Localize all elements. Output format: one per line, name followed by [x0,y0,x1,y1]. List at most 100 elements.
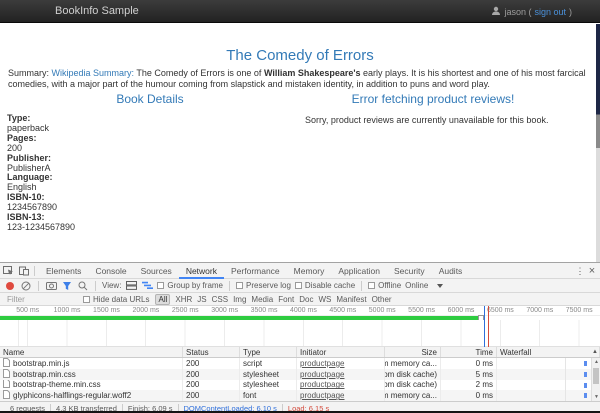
device-toolbar-icon[interactable] [17,263,30,279]
request-type: stylesheet [240,380,297,391]
sign-out-link[interactable]: sign out [534,7,566,17]
record-button[interactable] [4,280,16,292]
file-icon [3,358,10,369]
checkbox-icon [236,282,243,289]
request-name: bootstrap-theme.min.css [13,380,101,389]
column-header-type[interactable]: Type [240,347,297,357]
filter-type-font[interactable]: Font [278,295,294,304]
checkbox-icon [368,282,375,289]
filter-input[interactable] [5,294,83,305]
throttling-value: Online [405,281,428,290]
column-header-initiator[interactable]: Initiator [297,347,385,357]
filter-type-ws[interactable]: WS [318,295,331,304]
request-type: script [240,358,297,369]
wikipedia-summary-link[interactable]: Wikipedia Summary: [52,68,135,78]
waterfall-bar [584,372,587,377]
reviews-column: Error fetching product reviews! Sorry, p… [300,92,566,134]
filter-type-other[interactable]: Other [372,295,392,304]
request-name: bootstrap.min.js [13,359,69,368]
offline-checkbox[interactable]: Offline [368,281,401,290]
waterfall-cell [497,358,600,369]
tick-label: 4000 ms [284,306,323,315]
scroll-up-icon[interactable]: ▲ [592,359,600,365]
filter-type-js[interactable]: JS [197,295,206,304]
tick-label: 2500 ms [166,306,205,315]
waterfall-bar [584,393,587,398]
column-header-name[interactable]: Name [0,347,183,357]
book-summary: Summary: Wikipedia Summary: The Comedy o… [8,68,592,89]
table-row[interactable]: bootstrap.min.js 200 script productpage … [0,358,600,369]
filter-type-all[interactable]: All [155,294,170,305]
hide-data-urls-checkbox[interactable]: Hide data URLs [83,295,149,304]
load-event-line [488,306,489,347]
tab-security[interactable]: Security [387,263,432,279]
network-toolbar: View: Group by frame Preserve log Disabl… [0,279,600,293]
tab-audits[interactable]: Audits [432,263,470,279]
tick-label: 6500 ms [481,306,520,315]
devtools-tabbar: Elements Console Sources Network Perform… [0,263,600,279]
divider [361,281,362,291]
page-scrollbar[interactable] [596,24,600,262]
page-content: The Comedy of Errors Summary: Wikipedia … [0,24,600,262]
large-request-rows-icon[interactable] [125,280,137,292]
filter-type-doc[interactable]: Doc [299,295,313,304]
column-header-waterfall[interactable]: Waterfall [497,347,600,357]
column-header-size[interactable]: Size [385,347,441,357]
filter-type-media[interactable]: Media [251,295,273,304]
tab-sources[interactable]: Sources [134,263,179,279]
filter-type-img[interactable]: Img [233,295,246,304]
network-overview[interactable]: 500 ms 1000 ms 1500 ms 2000 ms 2500 ms 3… [0,306,600,347]
tab-console[interactable]: Console [88,263,133,279]
column-header-time[interactable]: Time [441,347,497,357]
requests-table-body: bootstrap.min.js 200 script productpage … [0,358,600,401]
tick-label: 3000 ms [205,306,244,315]
waterfall-cell [497,380,600,391]
scroll-down-icon[interactable]: ▼ [592,394,600,400]
app-brand: BookInfo Sample [55,5,139,17]
user-icon [491,6,501,18]
table-scrollbar[interactable]: ▲ ▼ [591,358,600,401]
show-overview-icon[interactable] [141,280,153,292]
initiator-link[interactable]: productpage [300,359,344,368]
username-label-close: ) [569,7,572,17]
screenshot-button[interactable] [45,280,57,292]
devtools-close-icon[interactable]: × [586,265,598,277]
overview-waterfall-area[interactable] [0,320,600,347]
checkbox-icon [83,296,90,303]
filter-type-css[interactable]: CSS [212,295,228,304]
filter-type-manifest[interactable]: Manifest [336,295,366,304]
summary-text-pre: The Comedy of Errors is one of [134,68,264,78]
table-row[interactable]: glyphicons-halflings-regular.woff2 200 f… [0,390,600,401]
devtools-menu-icon[interactable]: ⋮ [574,266,586,277]
detail-value: paperback [7,124,298,134]
search-icon[interactable] [77,280,89,292]
filter-funnel-icon[interactable] [61,280,73,292]
initiator-link[interactable]: productpage [300,380,344,389]
preserve-log-checkbox[interactable]: Preserve log [236,281,291,290]
filter-type-xhr[interactable]: XHR [175,295,192,304]
clear-button[interactable] [20,280,32,292]
waterfall-cell [497,369,600,380]
column-header-status[interactable]: Status [183,347,240,357]
tab-memory[interactable]: Memory [287,263,332,279]
table-row[interactable]: bootstrap.min.css 200 stylesheet product… [0,369,600,380]
table-row[interactable]: bootstrap-theme.min.css 200 stylesheet p… [0,380,600,391]
network-filterbar: Hide data URLs All XHR JS CSS Img Media … [0,293,600,306]
group-by-frame-checkbox[interactable]: Group by frame [157,281,223,290]
sort-arrow-icon[interactable]: ▲ [592,349,598,355]
tab-performance[interactable]: Performance [224,263,287,279]
domcontentloaded-line [484,306,485,347]
divider [38,281,39,291]
tab-elements[interactable]: Elements [39,263,88,279]
tick-label: 4500 ms [323,306,362,315]
preserve-log-label: Preserve log [246,281,291,290]
initiator-link[interactable]: productpage [300,370,344,379]
throttling-dropdown[interactable]: Online [405,281,443,290]
detail-label: Pages: [7,134,298,144]
scrollbar-thumb[interactable] [593,368,599,384]
initiator-link[interactable]: productpage [300,391,344,400]
inspect-element-icon[interactable] [2,263,15,279]
tab-network[interactable]: Network [179,263,224,279]
tab-application[interactable]: Application [331,263,387,279]
disable-cache-checkbox[interactable]: Disable cache [295,281,355,290]
